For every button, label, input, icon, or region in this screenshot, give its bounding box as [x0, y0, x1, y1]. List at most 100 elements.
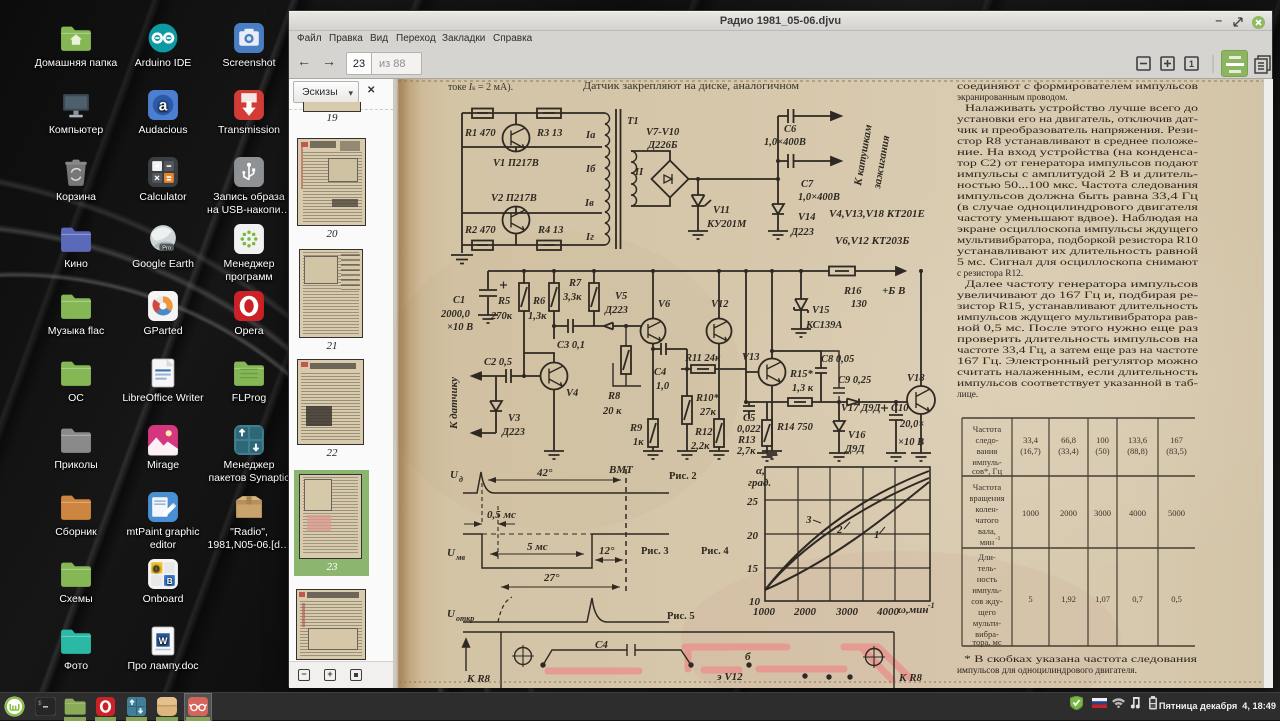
svg-text:щего: щего [978, 607, 996, 617]
svg-text:Д223: Д223 [790, 227, 814, 238]
svg-text:V14: V14 [798, 212, 816, 223]
svg-text:O: O [153, 564, 160, 573]
svg-text:1,92: 1,92 [1061, 594, 1076, 604]
svg-text:колен-: колен- [975, 504, 998, 514]
svg-text:R11 24к: R11 24к [684, 353, 721, 364]
svg-text:C2 0,5: C2 0,5 [484, 357, 512, 368]
svg-text:Iв: Iв [584, 198, 594, 209]
svg-text:1,0: 1,0 [656, 381, 670, 392]
svg-text:0,5: 0,5 [1171, 594, 1182, 604]
svg-text:167 Гц. Электронный регулят: 167 Гц. Электронный регулятор можно [957, 356, 1198, 367]
svg-text:C6: C6 [784, 124, 797, 135]
svg-text:Д9Д: Д9Д [844, 444, 865, 455]
svg-text:R8: R8 [607, 391, 621, 402]
svg-text:* В скобках указана частот: * В скобках указана частота следования [964, 654, 1198, 665]
svg-text:мин: мин [980, 537, 995, 547]
svg-text:R2 470: R2 470 [464, 225, 496, 236]
svg-text:устанавливают их длительност: устанавливают их длительность равной [957, 246, 1198, 257]
svg-text:C9 0,25: C9 0,25 [838, 375, 871, 386]
svg-text:1: 1 [874, 529, 880, 541]
svg-text:проверить длительность импул: проверить длительность импульсов на [957, 335, 1199, 345]
svg-text:Iб: Iб [585, 164, 596, 175]
svg-text:U: U [447, 547, 456, 559]
svg-text:66,8: 66,8 [1061, 435, 1076, 445]
svg-text:V12: V12 [711, 299, 729, 310]
svg-text:КУ201М: КУ201М [706, 219, 747, 230]
svg-text:α,: α, [756, 465, 765, 477]
svg-text:Д223: Д223 [501, 427, 525, 438]
svg-text:ω,мин: ω,мин [898, 604, 928, 616]
svg-text:33,4: 33,4 [1023, 435, 1039, 445]
svg-text:C4: C4 [654, 367, 666, 378]
svg-text:R12: R12 [694, 427, 713, 438]
svg-text:5000: 5000 [1168, 508, 1185, 518]
svg-text:б: б [745, 651, 751, 663]
svg-text:ностью 50...100 мкс. Частота с: ностью 50...100 мкс. Частота следования [957, 181, 1199, 191]
svg-text:$: $ [38, 700, 42, 707]
svg-text:V11: V11 [713, 205, 730, 216]
svg-text:2000: 2000 [793, 606, 817, 618]
svg-text:II: II [634, 167, 644, 178]
svg-text:ВМТ: ВМТ [608, 464, 634, 476]
svg-text:2,2к: 2,2к [690, 441, 710, 452]
svg-text:1000: 1000 [1022, 508, 1039, 518]
svg-text:130: 130 [851, 299, 868, 310]
svg-text:(50): (50) [1095, 446, 1109, 456]
svg-text:5: 5 [1028, 594, 1032, 604]
svg-text:Рис. 5: Рис. 5 [667, 611, 695, 622]
svg-text:1,0×400В: 1,0×400В [798, 192, 840, 203]
svg-text:Рис. 3: Рис. 3 [641, 546, 669, 557]
svg-text:0,7: 0,7 [1132, 594, 1143, 604]
svg-text:д: д [459, 475, 463, 484]
svg-text:импульсов ждущего мультивибрат: импульсов ждущего мультивибратора рав- [957, 312, 1198, 323]
svg-text:R5: R5 [497, 296, 510, 307]
svg-text:чатого: чатого [975, 515, 998, 525]
svg-text:Частота: Частота [973, 482, 1002, 492]
svg-text:3: 3 [805, 514, 812, 526]
svg-text:Рис. 2: Рис. 2 [669, 471, 697, 482]
svg-text:Далее частоту генератора им: Далее частоту генератора импульсов [965, 280, 1199, 290]
svg-text:1,3к: 1,3к [528, 311, 547, 322]
svg-text:2,7к: 2,7к [736, 446, 756, 457]
svg-text:C3 0,1: C3 0,1 [557, 340, 585, 351]
svg-text:V1 П217В: V1 П217В [493, 158, 539, 169]
svg-text:C10: C10 [891, 403, 909, 414]
svg-text:ность: ность [977, 574, 997, 584]
svg-text:R4 13: R4 13 [537, 225, 563, 236]
svg-text:сов жду-: сов жду- [971, 596, 1003, 606]
svg-text:вала,: вала, [978, 526, 996, 536]
svg-text:следо-: следо- [975, 435, 998, 445]
svg-text:0,022: 0,022 [737, 424, 761, 435]
svg-text:импульсов соответствует указан: импульсов соответствует указанной в таб- [957, 378, 1198, 389]
svg-text:тора, мс: тора, мс [972, 637, 1002, 647]
svg-text:R15*: R15* [789, 369, 814, 380]
svg-text:C8 0,05: C8 0,05 [821, 354, 854, 365]
svg-text:V4: V4 [566, 388, 578, 399]
svg-text:1,3 к: 1,3 к [792, 383, 814, 394]
svg-text:3000: 3000 [1094, 508, 1111, 518]
svg-text:20: 20 [746, 530, 759, 542]
svg-text:27к: 27к [699, 407, 717, 418]
svg-text:зажигания: зажигания [871, 134, 892, 190]
svg-text:R16: R16 [843, 286, 862, 297]
svg-text:20 к: 20 к [602, 406, 622, 417]
svg-text:V18: V18 [907, 373, 925, 384]
svg-text:C4: C4 [595, 639, 608, 651]
svg-text:считать налаженным, если дл: считать налаженным, если длительность [957, 368, 1198, 378]
svg-text:-1: -1 [996, 536, 1001, 542]
svg-text:стор R8 устанавливают в средне: стор R8 устанавливают в среднее положе- [957, 137, 1198, 147]
svg-text:вания: вания [977, 446, 998, 456]
svg-text:откр: откр [456, 614, 474, 623]
svg-text:лице.: лице. [957, 390, 978, 400]
svg-text:R1 470: R1 470 [464, 128, 496, 139]
svg-text:частоту уменьшают вдвое). Набл: частоту уменьшают вдвое). Наблюдая на [957, 213, 1199, 224]
svg-text:5 мс. Сигнал для осциллоскопа: 5 мс. Сигнал для осциллоскопа снимают [957, 258, 1198, 268]
svg-text:-1: -1 [928, 601, 935, 610]
svg-text:R13: R13 [737, 435, 756, 446]
svg-text:U: U [447, 608, 456, 620]
svg-text:(88,8): (88,8) [1127, 446, 1148, 456]
svg-text:Iг: Iг [585, 232, 594, 243]
svg-text:Дли-: Дли- [978, 552, 996, 562]
svg-text:увеличивают до 167 Гц и,: увеличивают до 167 Гц и, подбирая ре- [957, 290, 1198, 301]
svg-text:К R8: К R8 [466, 673, 491, 685]
